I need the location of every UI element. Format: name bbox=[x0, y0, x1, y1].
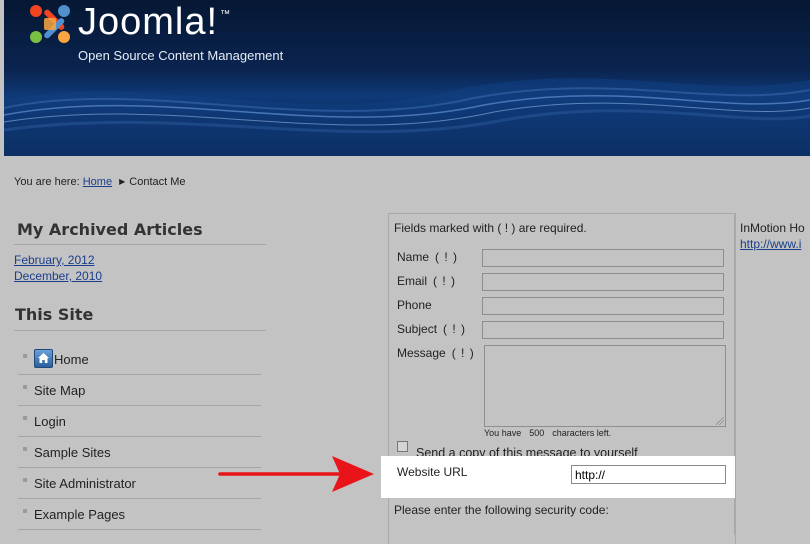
menu-item-label: Login bbox=[34, 414, 66, 429]
website-url-label: Website URL bbox=[397, 465, 468, 479]
message-label: Message( ! ) bbox=[397, 346, 475, 360]
resize-grip-icon[interactable] bbox=[716, 417, 724, 425]
red-arrow-icon bbox=[218, 456, 374, 492]
security-code-note: Please enter the following security code… bbox=[394, 503, 609, 517]
breadcrumb-current: Contact Me bbox=[129, 176, 186, 188]
website-url-input[interactable] bbox=[571, 465, 726, 484]
message-textarea[interactable] bbox=[484, 345, 726, 427]
menu-item-example-pages[interactable]: Example Pages bbox=[18, 498, 261, 530]
menu-item-label: Example Pages bbox=[34, 507, 126, 522]
home-icon bbox=[34, 349, 53, 368]
bullet-icon bbox=[23, 478, 27, 482]
breadcrumb-arrow-icon: ▶ bbox=[119, 177, 126, 186]
required-note: Fields marked with ( ! ) are required. bbox=[394, 221, 587, 235]
archive-link-feb-2012[interactable]: February, 2012 bbox=[14, 253, 95, 267]
archive-link-dec-2010[interactable]: December, 2010 bbox=[14, 269, 102, 283]
site-name: Joomla! ™ bbox=[78, 1, 232, 43]
bullet-icon bbox=[23, 354, 27, 358]
chars-left-counter: You have 500 characters left. bbox=[484, 428, 612, 438]
menu-item-label: Home bbox=[54, 352, 89, 367]
menu-item-home[interactable]: Home bbox=[18, 343, 261, 375]
right-module-link[interactable]: http://www.i bbox=[740, 237, 801, 251]
bullet-icon bbox=[23, 416, 27, 420]
archive-module-title: My Archived Articles bbox=[17, 220, 203, 239]
divider bbox=[14, 244, 266, 245]
menu-item-label: Sample Sites bbox=[34, 445, 111, 460]
breadcrumb: You are here: Home ▶ Contact Me bbox=[14, 176, 186, 188]
menu-item-label: Site Map bbox=[34, 383, 86, 398]
email-label: Email( ! ) bbox=[397, 274, 457, 288]
phone-label: Phone bbox=[397, 298, 432, 312]
header-banner: Joomla! ™ Open Source Content Management bbox=[4, 0, 810, 156]
bullet-icon bbox=[23, 509, 27, 513]
joomla-logo-icon bbox=[30, 5, 70, 43]
site-menu-title: This Site bbox=[15, 305, 94, 324]
menu-item-label: Site Administrator bbox=[34, 476, 136, 491]
breadcrumb-prefix: You are here: bbox=[14, 176, 80, 188]
divider bbox=[14, 330, 266, 331]
site-slogan: Open Source Content Management bbox=[78, 48, 284, 63]
bullet-icon bbox=[23, 447, 27, 451]
menu-item-login[interactable]: Login bbox=[18, 405, 261, 437]
send-copy-checkbox[interactable] bbox=[397, 441, 408, 452]
menu-item-site-map[interactable]: Site Map bbox=[18, 374, 261, 406]
name-field[interactable] bbox=[482, 249, 724, 267]
right-module-text: InMotion Ho bbox=[740, 221, 805, 235]
wave-graphic bbox=[4, 78, 810, 156]
phone-field[interactable] bbox=[482, 297, 724, 315]
subject-label: Subject( ! ) bbox=[397, 322, 467, 336]
subject-field[interactable] bbox=[482, 321, 724, 339]
email-field[interactable] bbox=[482, 273, 724, 291]
name-label: Name( ! ) bbox=[397, 250, 459, 264]
breadcrumb-home-link[interactable]: Home bbox=[83, 176, 112, 188]
bullet-icon bbox=[23, 385, 27, 389]
